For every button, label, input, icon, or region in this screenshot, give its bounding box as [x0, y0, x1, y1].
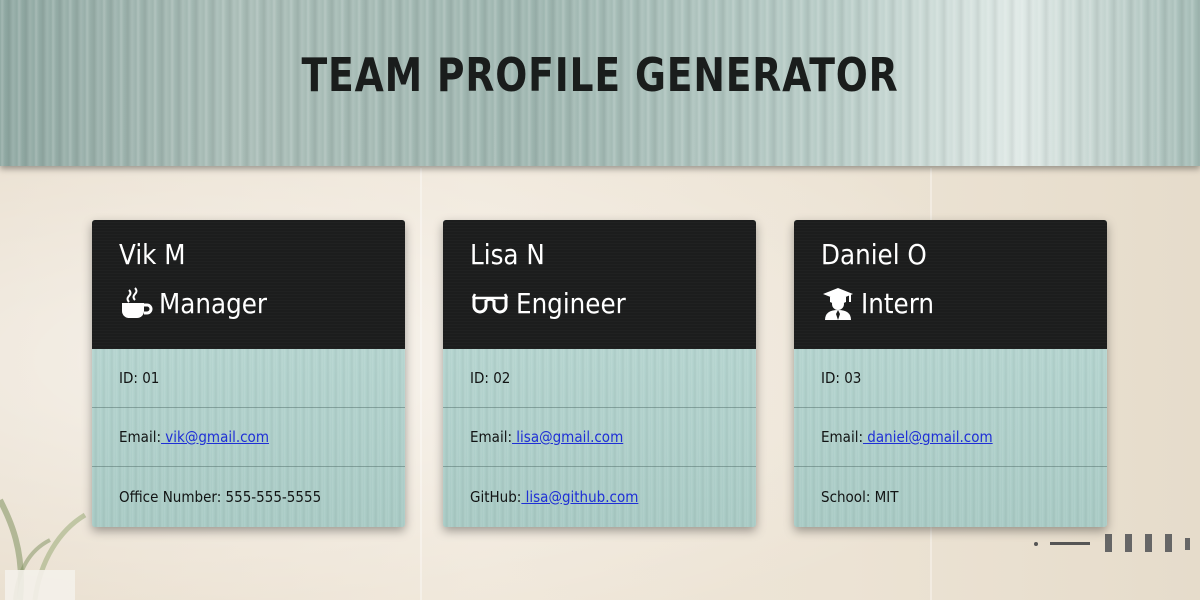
plant-decoration: [0, 498, 87, 600]
email-label: Email:: [821, 428, 864, 446]
role-label: Manager: [159, 286, 268, 320]
github-row: GitHub: lisa@github.com: [443, 467, 756, 526]
id-row: ID: 03: [794, 349, 1107, 408]
employee-card-manager: Vik M Manager ID: 01 Email: vik@gmail.co…: [92, 220, 405, 527]
employee-card-engineer: Lisa N Engineer ID: 02 Email: lisa@gmail…: [443, 220, 756, 527]
office-number-row: Office Number: 555-555-5555: [92, 467, 405, 526]
email-row: Email: daniel@gmail.com: [794, 408, 1107, 467]
employee-role: Engineer: [470, 286, 641, 320]
email-link[interactable]: lisa@gmail.com: [512, 428, 623, 446]
employee-name: Daniel O: [821, 238, 927, 271]
card-header: Lisa N Engineer: [443, 220, 756, 349]
desk-decoration: [1034, 534, 1190, 552]
card-details: ID: 03 Email: daniel@gmail.com School: M…: [794, 349, 1107, 527]
wall-divider: [420, 168, 422, 600]
id-row: ID: 02: [443, 349, 756, 408]
id-text: ID: 02: [470, 369, 511, 387]
card-details: ID: 02 Email: lisa@gmail.com GitHub: lis…: [443, 349, 756, 527]
github-label: GitHub:: [470, 487, 522, 506]
school-row: School: MIT: [794, 467, 1107, 526]
card-header: Vik M Manager: [92, 220, 405, 349]
glasses-icon: [471, 293, 509, 314]
github-link[interactable]: lisa@github.com: [521, 488, 639, 506]
email-label: Email:: [470, 428, 513, 446]
employee-role: Intern: [821, 286, 944, 320]
card-details: ID: 01 Email: vik@gmail.com Office Numbe…: [92, 349, 405, 527]
coffee-icon: [122, 287, 153, 318]
id-text: ID: 01: [119, 369, 160, 387]
email-link[interactable]: daniel@gmail.com: [863, 428, 992, 446]
graduate-icon: [823, 288, 853, 320]
id-row: ID: 01: [92, 349, 405, 408]
page-title: TEAM PROFILE GENERATOR: [301, 48, 899, 102]
role-label: Intern: [861, 286, 935, 320]
employee-name: Lisa N: [470, 238, 545, 271]
header-banner: TEAM PROFILE GENERATOR: [0, 0, 1200, 166]
email-row: Email: lisa@gmail.com: [443, 408, 756, 467]
employee-card-intern: Daniel O Intern ID: 03 Email: daniel@gma…: [794, 220, 1107, 527]
school-text: School: MIT: [821, 487, 899, 506]
id-text: ID: 03: [821, 369, 862, 387]
email-row: Email: vik@gmail.com: [92, 408, 405, 467]
email-label: Email:: [119, 428, 162, 446]
employee-role: Manager: [119, 286, 282, 320]
role-label: Engineer: [516, 286, 626, 320]
card-header: Daniel O Intern: [794, 220, 1107, 349]
employee-name: Vik M: [119, 238, 186, 271]
office-number-text: Office Number: 555-555-5555: [119, 487, 322, 506]
email-link[interactable]: vik@gmail.com: [161, 428, 269, 446]
